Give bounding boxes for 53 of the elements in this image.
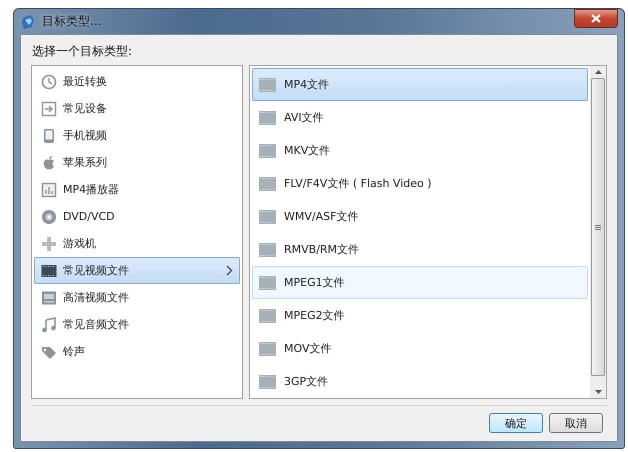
apple-icon	[41, 154, 57, 170]
format-item[interactable]: 3GP文件	[252, 365, 588, 398]
category-item[interactable]: 苹果系列	[34, 149, 240, 176]
hd-icon	[41, 290, 57, 306]
film-icon	[259, 342, 276, 356]
category-item[interactable]: 常见视频文件	[34, 257, 240, 284]
format-item[interactable]: WMV/ASF文件	[252, 200, 588, 233]
scroll-down-icon	[594, 390, 602, 394]
ok-button[interactable]: 确定	[489, 413, 543, 433]
disc-icon	[41, 208, 57, 224]
close-button[interactable]	[574, 9, 618, 28]
phone-icon	[41, 128, 57, 144]
category-item[interactable]: 游戏机	[34, 230, 240, 257]
format-item[interactable]: MPEG2文件	[252, 299, 588, 332]
cancel-button[interactable]: 取消	[549, 413, 603, 433]
scroll-up-icon	[594, 70, 602, 74]
film-icon	[259, 176, 276, 190]
clock-icon	[41, 74, 57, 90]
format-item[interactable]: RMVB/RM文件	[252, 233, 588, 266]
gamepad-icon	[41, 236, 57, 252]
film-icon	[41, 262, 57, 278]
app-icon	[20, 14, 36, 30]
chevron-icon	[226, 265, 233, 276]
film-icon	[259, 210, 276, 224]
category-item[interactable]: 常见音频文件	[34, 311, 240, 338]
format-item[interactable]: AVI文件	[252, 101, 588, 134]
music-note-icon	[41, 316, 57, 332]
category-item[interactable]: MP4播放器	[34, 176, 240, 203]
scrollbar[interactable]	[590, 66, 606, 398]
format-item[interactable]: MOV文件	[252, 332, 588, 365]
category-item[interactable]: 最近转换	[34, 68, 240, 95]
format-item[interactable]: MKV文件	[252, 134, 588, 167]
window-title: 目标类型...	[42, 13, 102, 30]
film-icon	[259, 374, 276, 388]
film-icon	[259, 110, 276, 124]
format-item[interactable]: MPEG1文件	[252, 266, 588, 299]
film-icon	[259, 144, 276, 158]
format-item[interactable]: MP4文件	[252, 68, 588, 101]
scroll-thumb[interactable]	[591, 78, 605, 376]
film-icon	[259, 78, 276, 92]
film-icon	[259, 276, 276, 290]
grip-icon	[595, 224, 601, 230]
format-item[interactable]: FLV/F4V文件 ( Flash Video )	[252, 167, 588, 200]
film-icon	[259, 242, 276, 256]
category-item[interactable]: 手机视频	[34, 122, 240, 149]
film-icon	[259, 308, 276, 322]
prompt-label: 选择一个目标类型:	[32, 43, 134, 60]
category-item[interactable]: 常见设备	[34, 95, 240, 122]
close-icon	[591, 14, 601, 23]
category-item[interactable]: DVD/VCD	[34, 203, 240, 230]
player-icon	[41, 182, 57, 198]
category-item[interactable]: 铃声	[34, 338, 240, 365]
category-item[interactable]: 高清视频文件	[34, 284, 240, 311]
